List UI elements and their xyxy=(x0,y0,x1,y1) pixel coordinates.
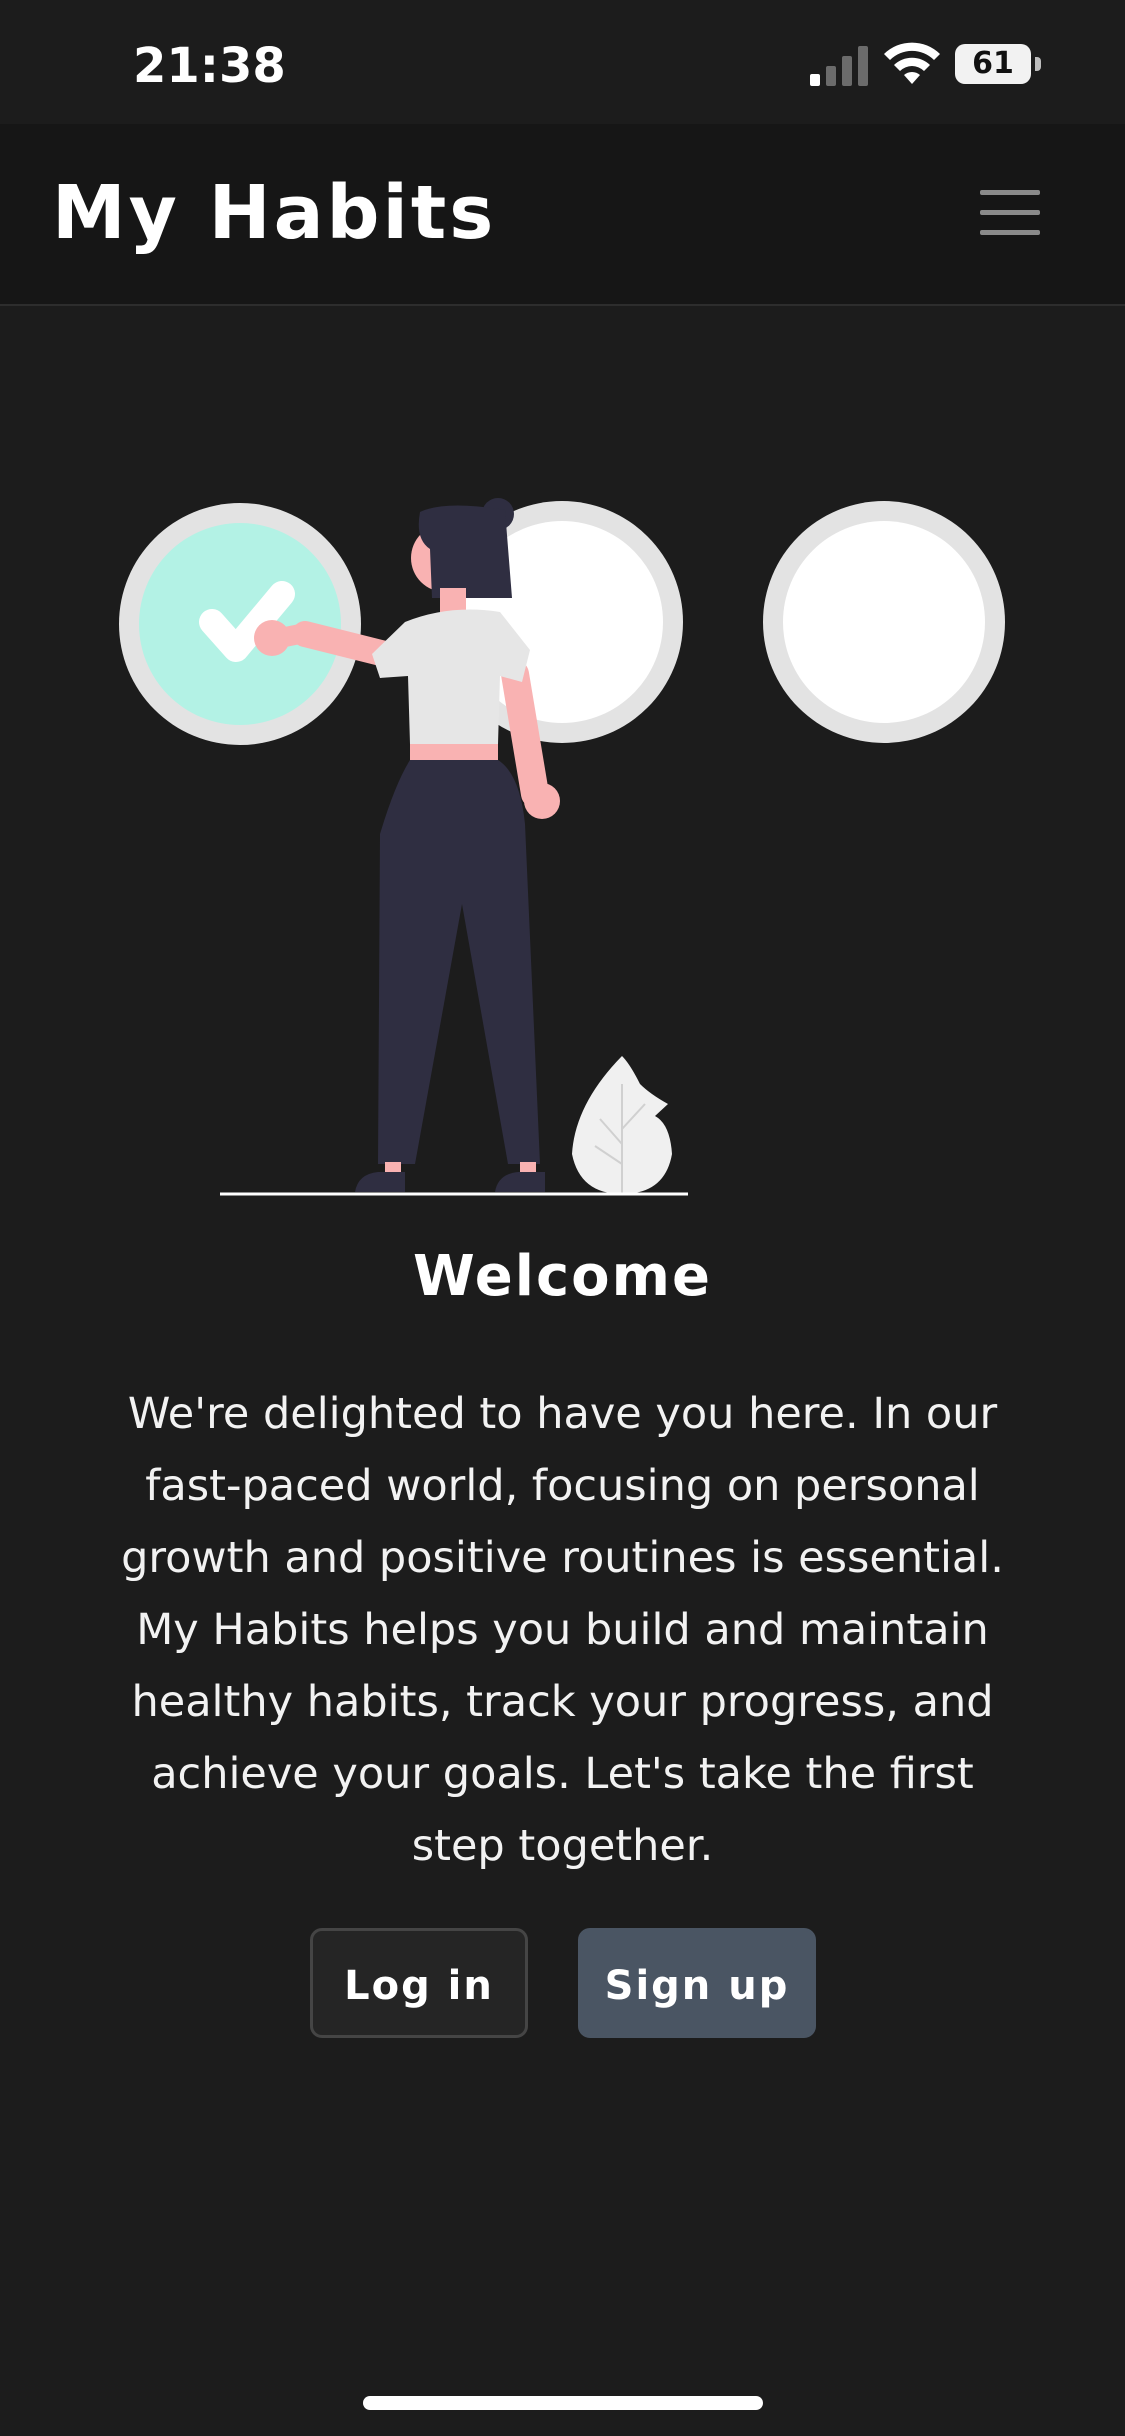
home-indicator[interactable] xyxy=(363,2396,763,2410)
battery-body: 61 xyxy=(955,44,1031,84)
navbar: My Habits xyxy=(0,124,1125,306)
woman-checking-habits-illustration xyxy=(119,498,1005,1196)
app-title: My Habits xyxy=(52,170,497,256)
wifi-icon xyxy=(884,42,940,84)
welcome-title: Welcome xyxy=(413,1244,712,1309)
signup-button[interactable]: Sign up xyxy=(578,1928,816,2038)
shoe xyxy=(355,1172,405,1192)
midriff xyxy=(410,744,498,760)
battery-icon: 61 xyxy=(955,44,1045,84)
menu-line xyxy=(980,190,1040,195)
hair xyxy=(418,505,512,598)
login-button[interactable]: Log in xyxy=(310,1928,528,2038)
arm-down xyxy=(501,660,549,808)
hamburger-menu-icon[interactable] xyxy=(972,182,1048,242)
menu-line xyxy=(980,230,1040,235)
welcome-description: We're delighted to have you here. In our… xyxy=(121,1389,1004,1871)
battery-tip xyxy=(1035,57,1041,71)
status-bar: 21:38 61 xyxy=(0,0,1125,124)
signal-icon xyxy=(810,46,868,86)
shoe xyxy=(495,1172,545,1192)
habit-circle-unchecked xyxy=(763,501,1005,743)
battery-level: 61 xyxy=(972,46,1014,81)
menu-line xyxy=(980,210,1040,215)
status-time: 21:38 xyxy=(133,38,286,94)
pants xyxy=(378,760,540,1164)
